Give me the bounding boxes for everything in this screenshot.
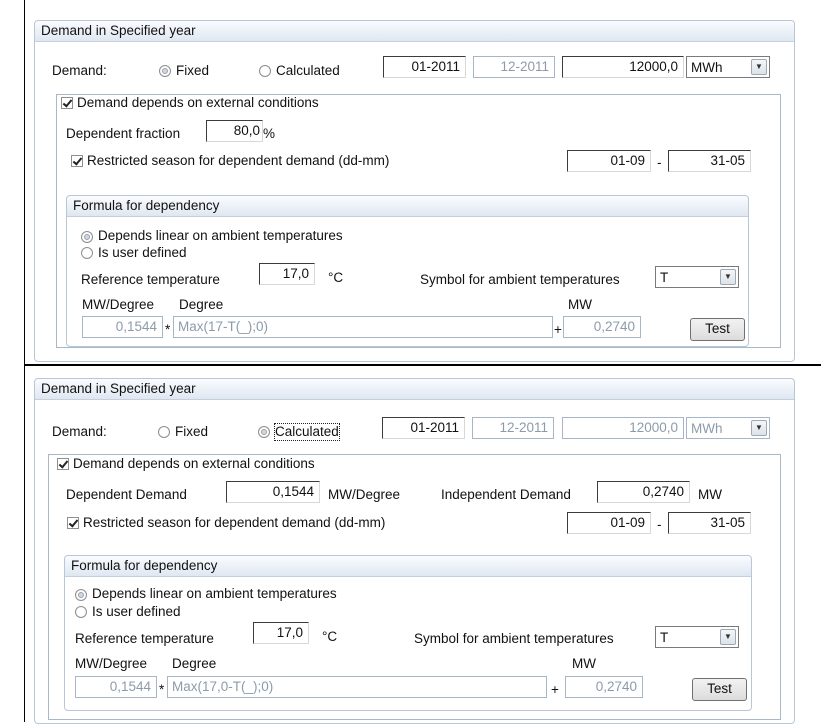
external-conditions-checkbox[interactable] [57, 458, 69, 470]
fixed-radio-label[interactable]: Fixed [175, 424, 208, 440]
external-conditions-label[interactable]: Demand depends on external conditions [77, 95, 319, 111]
dependent-demand-unit: MW/Degree [328, 487, 401, 502]
from-period-field[interactable]: 01-2011 [383, 56, 466, 78]
symbol-select[interactable]: T ▼ [655, 626, 739, 648]
external-conditions-label[interactable]: Demand depends on external conditions [73, 456, 315, 472]
season-to-field[interactable]: 31-05 [668, 150, 751, 172]
test-button[interactable]: Test [692, 678, 747, 701]
external-conditions-checkbox[interactable] [61, 97, 73, 109]
chevron-down-icon[interactable]: ▼ [751, 59, 767, 75]
linear-radio-label[interactable]: Depends linear on ambient temperatures [98, 228, 343, 244]
dependent-fraction-field[interactable]: 80,0 [206, 120, 263, 142]
demand-group-1-header: Demand in Specified year [35, 21, 794, 42]
reference-temperature-label: Reference temperature [81, 272, 220, 287]
unit-select-value: MWh [691, 421, 723, 436]
user-defined-radio[interactable] [81, 247, 93, 259]
formula-group-1-header: Formula for dependency [67, 196, 748, 217]
linear-radio[interactable] [81, 231, 93, 243]
demand-label: Demand: [52, 424, 107, 439]
degree-label: Degree [179, 297, 224, 312]
reference-temperature-label: Reference temperature [75, 631, 214, 646]
multiply-sign: * [159, 682, 165, 697]
mw-label: MW [572, 656, 596, 671]
restricted-season-label[interactable]: Restricted season for dependent demand (… [87, 153, 389, 169]
mw-field: 0,2740 [565, 676, 643, 698]
fixed-radio[interactable] [158, 426, 170, 438]
mw-label: MW [568, 297, 592, 312]
calculated-radio[interactable] [259, 65, 271, 77]
season-to-field[interactable]: 31-05 [668, 512, 751, 534]
season-dash: - [657, 517, 662, 532]
amount-field[interactable]: 12000,0 [562, 56, 684, 78]
unit-select: MWh ▼ [686, 417, 770, 439]
mw-degree-field: 0,1544 [75, 676, 157, 698]
plus-sign: + [554, 322, 562, 337]
from-period-field[interactable]: 01-2011 [382, 417, 465, 439]
mw-degree-field: 0,1544 [82, 316, 163, 338]
percent-sign: % [263, 126, 276, 141]
fixed-radio[interactable] [159, 65, 171, 77]
calculated-radio[interactable] [258, 426, 270, 438]
linear-radio-label[interactable]: Depends linear on ambient temperatures [92, 586, 337, 602]
chevron-down-icon: ▼ [751, 420, 767, 436]
plus-sign: + [551, 682, 559, 697]
top-separator [24, 0, 821, 6]
independent-demand-field[interactable]: 0,2740 [597, 481, 690, 503]
dependent-fraction-label: Dependent fraction [66, 126, 181, 141]
degree-label: Degree [172, 656, 217, 671]
mw-degree-label: MW/Degree [75, 656, 148, 671]
symbol-label: Symbol for ambient temperatures [420, 272, 620, 287]
independent-demand-label: Independent Demand [441, 487, 571, 502]
degree-formula-field: Max(17,0-T(_);0) [167, 676, 547, 698]
season-dash: - [657, 155, 662, 170]
symbol-select-value: T [660, 630, 669, 645]
mw-field: 0,2740 [563, 316, 641, 338]
calculated-radio-label[interactable]: Calculated [274, 423, 340, 441]
multiply-sign: * [165, 322, 171, 337]
restricted-season-checkbox[interactable] [67, 517, 79, 529]
chevron-down-icon[interactable]: ▼ [720, 269, 736, 285]
dependent-demand-field[interactable]: 0,1544 [226, 481, 320, 503]
reference-temperature-unit: °C [328, 270, 344, 285]
user-defined-radio-label[interactable]: Is user defined [92, 604, 181, 620]
unit-select[interactable]: MWh ▼ [686, 56, 770, 78]
independent-demand-unit: MW [698, 487, 722, 502]
mw-degree-label: MW/Degree [82, 297, 155, 312]
to-period-field[interactable]: 12-2011 [473, 56, 555, 78]
formula-group-1-title: Formula for dependency [73, 198, 220, 213]
dependent-demand-label: Dependent Demand [66, 487, 187, 502]
fixed-radio-label[interactable]: Fixed [176, 63, 209, 79]
reference-temperature-field[interactable]: 17,0 [253, 622, 309, 644]
formula-group-2-title: Formula for dependency [71, 558, 218, 573]
demand-group-2-title: Demand in Specified year [41, 381, 196, 396]
restricted-season-checkbox[interactable] [71, 155, 83, 167]
reference-temperature-unit: °C [322, 629, 338, 644]
user-defined-radio-label[interactable]: Is user defined [98, 245, 187, 261]
symbol-label: Symbol for ambient temperatures [414, 631, 614, 646]
degree-formula-field: Max(17-T(_);0) [173, 316, 553, 338]
chevron-down-icon[interactable]: ▼ [720, 629, 736, 645]
demand-group-1-title: Demand in Specified year [41, 23, 196, 38]
symbol-select[interactable]: T ▼ [655, 266, 739, 288]
reference-temperature-field[interactable]: 17,0 [259, 263, 315, 285]
formula-group-2-header: Formula for dependency [65, 556, 751, 577]
test-button[interactable]: Test [690, 318, 745, 341]
season-from-field[interactable]: 01-09 [567, 512, 651, 534]
amount-field: 12000,0 [562, 417, 684, 439]
demand-group-2-header: Demand in Specified year [35, 379, 794, 400]
symbol-select-value: T [660, 270, 669, 285]
user-defined-radio[interactable] [75, 606, 87, 618]
calculated-radio-label[interactable]: Calculated [276, 63, 340, 79]
demand-label: Demand: [52, 63, 107, 78]
to-period-field[interactable]: 12-2011 [472, 417, 554, 439]
linear-radio[interactable] [75, 589, 87, 601]
restricted-season-label[interactable]: Restricted season for dependent demand (… [83, 515, 385, 531]
unit-select-value: MWh [691, 60, 723, 75]
season-from-field[interactable]: 01-09 [567, 150, 651, 172]
